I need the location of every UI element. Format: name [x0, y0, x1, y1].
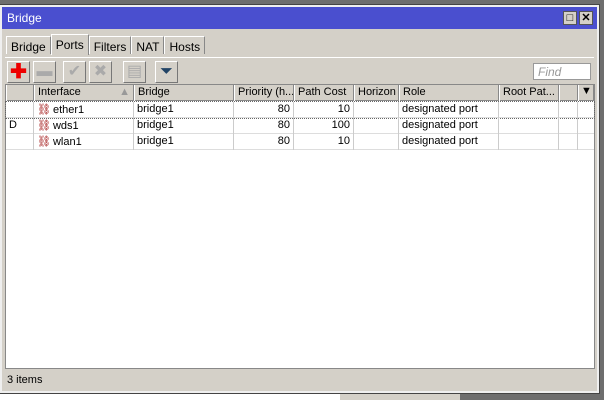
cell-bridge: bridge1 [134, 118, 234, 134]
interface-text: wlan1 [52, 136, 82, 148]
table-row[interactable]: D ⛓ wds1 bridge1 80 100 designated port [6, 118, 594, 134]
cell-horizon [354, 118, 399, 134]
add-button[interactable]: ✚ [7, 61, 30, 83]
tab-nat[interactable]: NAT [131, 36, 165, 54]
cell-flag [6, 134, 34, 150]
table-row[interactable]: ⛓ ether1 bridge1 80 10 designated port [5, 101, 595, 119]
path-cost-text: 10 [337, 103, 350, 115]
column-menu-dropdown[interactable]: ▼ [578, 85, 594, 101]
cell-path-cost: 10 [294, 134, 354, 150]
cell-root-path [499, 134, 559, 150]
cell-bridge: bridge1 [134, 102, 234, 118]
cell-interface: ⛓ wds1 [34, 118, 134, 134]
tab-bridge[interactable]: Bridge [6, 36, 51, 54]
cell-flag [6, 102, 34, 118]
ports-table: Interface ▲ Bridge Priority (h... Path Co… [5, 84, 595, 369]
cell-root-path [499, 102, 559, 118]
col-priority[interactable]: Priority (h... [234, 85, 294, 101]
interface-icon: ⛓ [37, 104, 51, 116]
priority-text: 80 [277, 135, 290, 147]
role-text: designated port [402, 103, 478, 115]
status-bar: 3 items [7, 374, 43, 386]
cell-blank [559, 102, 578, 118]
find-input[interactable]: Find [533, 63, 591, 80]
cell-bridge: bridge1 [134, 134, 234, 150]
remove-button[interactable]: ▬ [33, 61, 56, 83]
cell-priority: 80 [234, 118, 294, 134]
title-bar[interactable]: Bridge □ ✕ [2, 7, 597, 29]
cell-horizon [354, 134, 399, 150]
sort-asc-icon: ▲ [119, 86, 130, 98]
disable-button[interactable]: ✖ [89, 61, 112, 83]
interface-text: ether1 [52, 104, 85, 116]
cell-role: designated port [399, 134, 499, 150]
background-panel [340, 393, 460, 400]
bridge-text: bridge1 [137, 103, 174, 115]
cell-interface: ⛓ ether1 [34, 102, 134, 118]
role-text: designated port [402, 119, 478, 131]
cell-flag: D [6, 118, 34, 134]
col-path-cost[interactable]: Path Cost [294, 85, 354, 101]
cell-role: designated port [399, 118, 499, 134]
filter-button[interactable]: ⏷ [155, 61, 178, 83]
col-bridge[interactable]: Bridge [134, 85, 234, 101]
cell-role: designated port [399, 102, 499, 118]
toolbar: ✚ ▬ ✔ ✖ ▤ ⏷ Find [5, 57, 594, 85]
interface-icon: ⛓ [37, 120, 51, 132]
tab-ports[interactable]: Ports [50, 34, 89, 55]
col-horizon[interactable]: Horizon [354, 85, 399, 101]
col-role[interactable]: Role [399, 85, 499, 101]
tab-filters[interactable]: Filters [88, 36, 132, 54]
enable-button[interactable]: ✔ [63, 61, 86, 83]
table-row[interactable]: ⛓ wlan1 bridge1 80 10 designated port [6, 134, 594, 150]
bridge-window: Bridge □ ✕ Bridge Ports Filters NAT Host… [0, 4, 600, 394]
col-blank [559, 85, 578, 101]
cell-interface: ⛓ wlan1 [34, 134, 134, 150]
col-flag[interactable] [6, 85, 34, 101]
window-title: Bridge [7, 11, 42, 25]
col-root-path[interactable]: Root Pat... [499, 85, 559, 101]
bridge-text: bridge1 [137, 119, 174, 131]
close-button[interactable]: ✕ [579, 11, 593, 25]
role-text: designated port [402, 135, 478, 147]
cell-horizon [354, 102, 399, 118]
cell-blank [559, 134, 578, 150]
flag-text: D [9, 119, 17, 131]
priority-text: 80 [277, 119, 290, 131]
cell-priority: 80 [234, 102, 294, 118]
cell-root-path [499, 118, 559, 134]
priority-text: 80 [277, 103, 290, 115]
cell-priority: 80 [234, 134, 294, 150]
chevron-down-icon: ▼ [581, 85, 592, 97]
cell-path-cost: 100 [294, 118, 354, 134]
path-cost-text: 100 [331, 119, 350, 131]
cell-path-cost: 10 [294, 102, 354, 118]
table-header: Interface ▲ Bridge Priority (h... Path Co… [6, 85, 594, 101]
interface-icon: ⛓ [37, 136, 51, 148]
maximize-button[interactable]: □ [563, 11, 577, 25]
tab-hosts[interactable]: Hosts [164, 36, 206, 54]
comment-button[interactable]: ▤ [123, 61, 146, 83]
interface-text: wds1 [52, 120, 79, 132]
path-cost-text: 10 [337, 135, 350, 147]
bridge-text: bridge1 [137, 135, 174, 147]
cell-blank [559, 118, 578, 134]
col-interface[interactable]: Interface ▲ [34, 85, 134, 101]
